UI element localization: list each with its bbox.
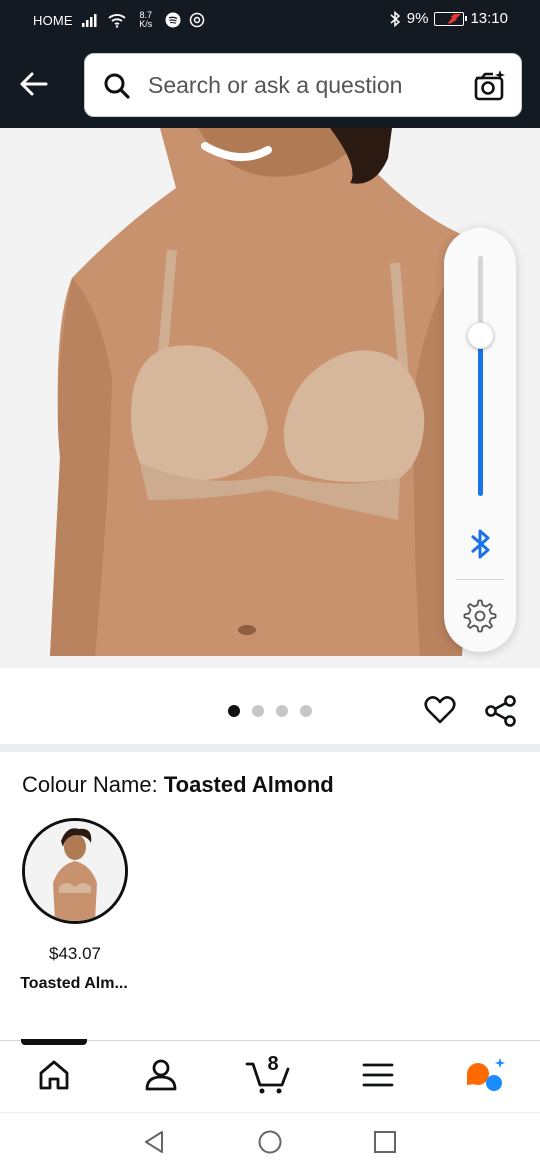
volume-level	[478, 335, 483, 496]
volume-thumb[interactable]	[467, 322, 494, 349]
account-icon[interactable]	[141, 1055, 181, 1095]
menu-icon[interactable]	[358, 1055, 398, 1095]
active-tab-indicator	[21, 1039, 87, 1045]
recents-square-icon[interactable]	[371, 1128, 399, 1156]
swatch-thumbnail	[25, 821, 125, 921]
battery-percent: 9%	[406, 10, 429, 27]
carousel-dot[interactable]	[228, 705, 240, 717]
rufus-icon[interactable]	[463, 1055, 507, 1095]
swatch-price: $43.07	[49, 944, 101, 963]
bluetooth-status-icon	[390, 10, 400, 27]
carrier-label: HOME	[33, 12, 73, 28]
hotspot-icon	[189, 12, 205, 28]
colour-value: Toasted Almond	[163, 772, 334, 797]
volume-panel[interactable]	[444, 228, 516, 652]
app-header: Search or ask a question	[0, 40, 540, 128]
network-speed: 8.7 K/s	[139, 10, 153, 29]
cart-count-badge: 8	[267, 1053, 279, 1075]
gear-icon[interactable]	[463, 599, 497, 633]
spotify-icon	[165, 12, 181, 28]
back-triangle-icon[interactable]	[140, 1128, 168, 1156]
search-bar[interactable]: Search or ask a question	[84, 53, 522, 117]
heart-icon[interactable]	[424, 694, 456, 726]
wifi-icon	[108, 14, 126, 28]
bluetooth-icon[interactable]	[466, 526, 494, 562]
home-circle-icon[interactable]	[256, 1128, 284, 1156]
carousel-dots[interactable]	[228, 705, 312, 717]
swatch-name: Toasted Alm...	[20, 975, 128, 992]
carousel-dot[interactable]	[252, 705, 264, 717]
carousel-dot[interactable]	[276, 705, 288, 717]
colour-swatch[interactable]	[22, 818, 128, 924]
camera-search-icon[interactable]	[473, 69, 507, 103]
share-icon[interactable]	[484, 694, 518, 728]
clock: 13:10	[470, 10, 508, 27]
carousel-dot[interactable]	[300, 705, 312, 717]
colour-name: Colour Name: Toasted Almond	[22, 772, 334, 798]
volume-divider	[456, 579, 504, 580]
status-bar: HOME 8.7 K/s 9% 13:10	[0, 0, 540, 40]
bottom-nav	[0, 1040, 540, 1112]
volume-slider[interactable]	[478, 256, 483, 496]
signal-icon	[81, 14, 97, 27]
image-carousel-controls	[0, 668, 540, 744]
colour-label: Colour Name:	[22, 772, 158, 797]
search-icon	[104, 73, 130, 99]
section-divider	[0, 744, 540, 752]
battery-icon	[434, 11, 468, 26]
home-icon[interactable]	[34, 1055, 74, 1095]
search-input[interactable]: Search or ask a question	[148, 72, 402, 99]
system-nav-bar	[0, 1112, 540, 1170]
back-arrow-icon[interactable]	[16, 66, 52, 102]
